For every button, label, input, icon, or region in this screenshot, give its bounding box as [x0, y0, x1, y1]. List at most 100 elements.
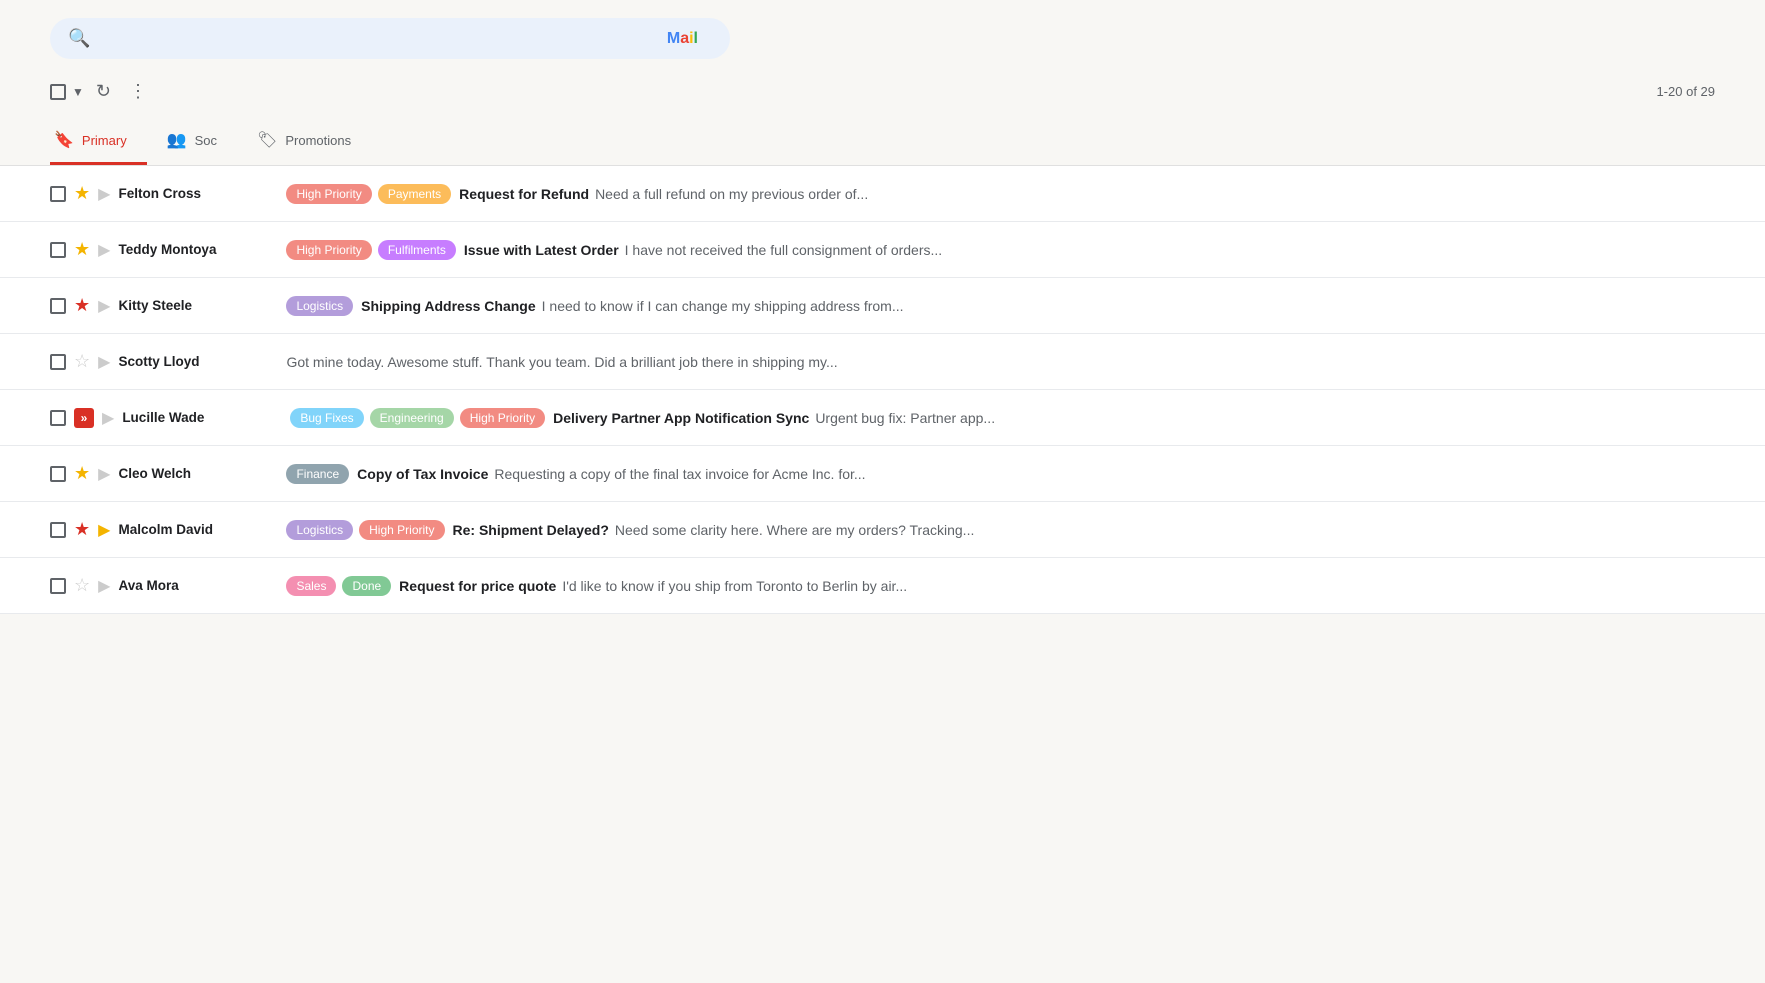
sender-name: Scotty Lloyd	[118, 354, 278, 369]
row-checkbox[interactable]	[50, 298, 66, 314]
tag-engineering[interactable]: Engineering	[370, 408, 454, 428]
email-row[interactable]: ★ ▶ Teddy Montoya High Priority Fulfilments I…	[0, 222, 1765, 278]
forward-icon: ▶	[98, 296, 110, 316]
email-row[interactable]: ☆ ▶ Ava Mora Sales Done Request for price quo…	[0, 558, 1765, 614]
sender-name: Malcolm David	[118, 522, 278, 537]
forward-icon: ▶	[98, 352, 110, 372]
social-tab-icon: 👥	[167, 130, 187, 150]
email-preview: Need some clarity here. Where are my ord…	[615, 522, 974, 538]
tab-social[interactable]: 👥 Soc	[163, 116, 237, 165]
tabs-bar: 🔖 Primary 👥 Soc 🏷 Promotions	[0, 116, 1765, 166]
tag-high-priority[interactable]: High Priority	[460, 408, 545, 428]
tag-payments[interactable]: Payments	[378, 184, 451, 204]
email-content: Issue with Latest Order I have not receiv…	[464, 242, 942, 258]
email-row[interactable]: » ▶ Lucille Wade Bug Fixes Engineering High P…	[0, 390, 1765, 446]
star-icon[interactable]: ★	[74, 183, 90, 204]
sender-name: Kitty Steele	[118, 298, 278, 313]
sender-name: Cleo Welch	[118, 466, 278, 481]
email-preview: I have not received the full consignment…	[625, 242, 943, 258]
email-content: Request for price quote I'd like to know …	[399, 578, 907, 594]
sender-name: Teddy Montoya	[118, 242, 278, 257]
row-checkbox[interactable]	[50, 242, 66, 258]
select-dropdown-icon[interactable]: ▼	[72, 85, 84, 99]
email-row[interactable]: ★ ▶ Cleo Welch Finance Copy of Tax Invoice Re…	[0, 446, 1765, 502]
email-subject: Delivery Partner App Notification Sync	[553, 410, 809, 426]
tags-area: High Priority Payments	[286, 184, 451, 204]
email-row[interactable]: ★ ▶ Felton Cross High Priority Payments Reque…	[0, 166, 1765, 222]
email-content: Delivery Partner App Notification Sync Ur…	[553, 410, 995, 426]
tags-area: Bug Fixes Engineering High Priority	[290, 408, 545, 428]
star-icon[interactable]: ★	[74, 463, 90, 484]
email-row[interactable]: ★ ▶ Malcolm David Logistics High Priority Re:…	[0, 502, 1765, 558]
email-preview: Need a full refund on my previous order …	[595, 186, 868, 202]
search-icon: 🔍	[68, 28, 90, 49]
select-all-checkbox[interactable]	[50, 84, 66, 100]
sender-name: Lucille Wade	[122, 410, 282, 425]
toolbar: ▼ ↻ ⋮ 1-20 of 29	[0, 71, 1765, 112]
tag-bug-fixes[interactable]: Bug Fixes	[290, 408, 363, 428]
gmail-logo: Mail	[667, 30, 702, 48]
email-preview: Requesting a copy of the final tax invoi…	[494, 466, 865, 482]
email-subject: Re: Shipment Delayed?	[453, 522, 609, 538]
email-subject: Request for Refund	[459, 186, 589, 202]
sender-name: Ava Mora	[118, 578, 278, 593]
tag-high-priority[interactable]: High Priority	[359, 520, 444, 540]
email-subject: Request for price quote	[399, 578, 556, 594]
email-row[interactable]: ★ ▶ Kitty Steele Logistics Shipping Address …	[0, 278, 1765, 334]
email-row[interactable]: ☆ ▶ Scotty Lloyd Got mine today. Awesome st…	[0, 334, 1765, 390]
row-checkbox[interactable]	[50, 186, 66, 202]
more-options-icon[interactable]: ⋮	[123, 77, 153, 106]
email-preview: I need to know if I can change my shippi…	[542, 298, 904, 314]
tab-promotions-label: Promotions	[285, 133, 351, 148]
star-icon[interactable]: ★	[74, 295, 90, 316]
row-checkbox[interactable]	[50, 466, 66, 482]
gmail-m-icon: Mail	[667, 30, 698, 48]
tab-social-label: Soc	[195, 133, 217, 148]
search-bar[interactable]: 🔍 Mail	[50, 18, 730, 59]
tag-sales[interactable]: Sales	[286, 576, 336, 596]
tag-high-priority[interactable]: High Priority	[286, 240, 371, 260]
star-icon[interactable]: ☆	[74, 351, 90, 372]
row-checkbox[interactable]	[50, 522, 66, 538]
forward-icon: ▶	[98, 464, 110, 484]
tags-area: Finance	[286, 464, 349, 484]
forward-icon: ▶	[102, 408, 114, 428]
email-count: 1-20 of 29	[1656, 84, 1715, 99]
tag-logistics[interactable]: Logistics	[286, 520, 353, 540]
row-checkbox[interactable]	[50, 578, 66, 594]
email-content: Shipping Address ChangeI need to know if…	[361, 298, 903, 314]
row-checkbox[interactable]	[50, 354, 66, 370]
star-icon[interactable]: »	[74, 408, 94, 428]
star-icon[interactable]: ★	[74, 519, 90, 540]
email-content: Re: Shipment Delayed? Need some clarity h…	[453, 522, 975, 538]
row-checkbox[interactable]	[50, 410, 66, 426]
tab-promotions[interactable]: 🏷 Promotions	[253, 116, 371, 165]
email-subject: Copy of Tax Invoice	[357, 466, 488, 482]
email-preview: Got mine today. Awesome stuff. Thank you…	[286, 354, 837, 370]
tags-area: Sales Done	[286, 576, 391, 596]
email-preview: Urgent bug fix: Partner app...	[815, 410, 995, 426]
sender-name: Felton Cross	[118, 186, 278, 201]
tag-high-priority[interactable]: High Priority	[286, 184, 371, 204]
email-list: ★ ▶ Felton Cross High Priority Payments Reque…	[0, 166, 1765, 614]
tag-fulfilments[interactable]: Fulfilments	[378, 240, 456, 260]
email-preview: I'd like to know if you ship from Toront…	[562, 578, 907, 594]
tab-primary[interactable]: 🔖 Primary	[50, 116, 147, 165]
tag-finance[interactable]: Finance	[286, 464, 349, 484]
tag-done[interactable]: Done	[342, 576, 391, 596]
top-bar: 🔍 Mail	[0, 0, 1765, 71]
tag-logistics[interactable]: Logistics	[286, 296, 353, 316]
tags-area: High Priority Fulfilments	[286, 240, 455, 260]
tags-area: Logistics	[286, 296, 353, 316]
star-icon[interactable]: ★	[74, 239, 90, 260]
star-icon[interactable]: ☆	[74, 575, 90, 596]
promotions-tab-icon: 🏷	[257, 130, 277, 150]
forward-icon: ▶	[98, 576, 110, 596]
forward-icon: ▶	[98, 184, 110, 204]
forward-icon: ▶	[98, 520, 110, 540]
refresh-icon[interactable]: ↻	[90, 77, 117, 106]
email-subject: Issue with Latest Order	[464, 242, 619, 258]
primary-tab-icon: 🔖	[54, 130, 74, 150]
email-content: Request for Refund Need a full refund on …	[459, 186, 868, 202]
forward-icon: ▶	[98, 240, 110, 260]
